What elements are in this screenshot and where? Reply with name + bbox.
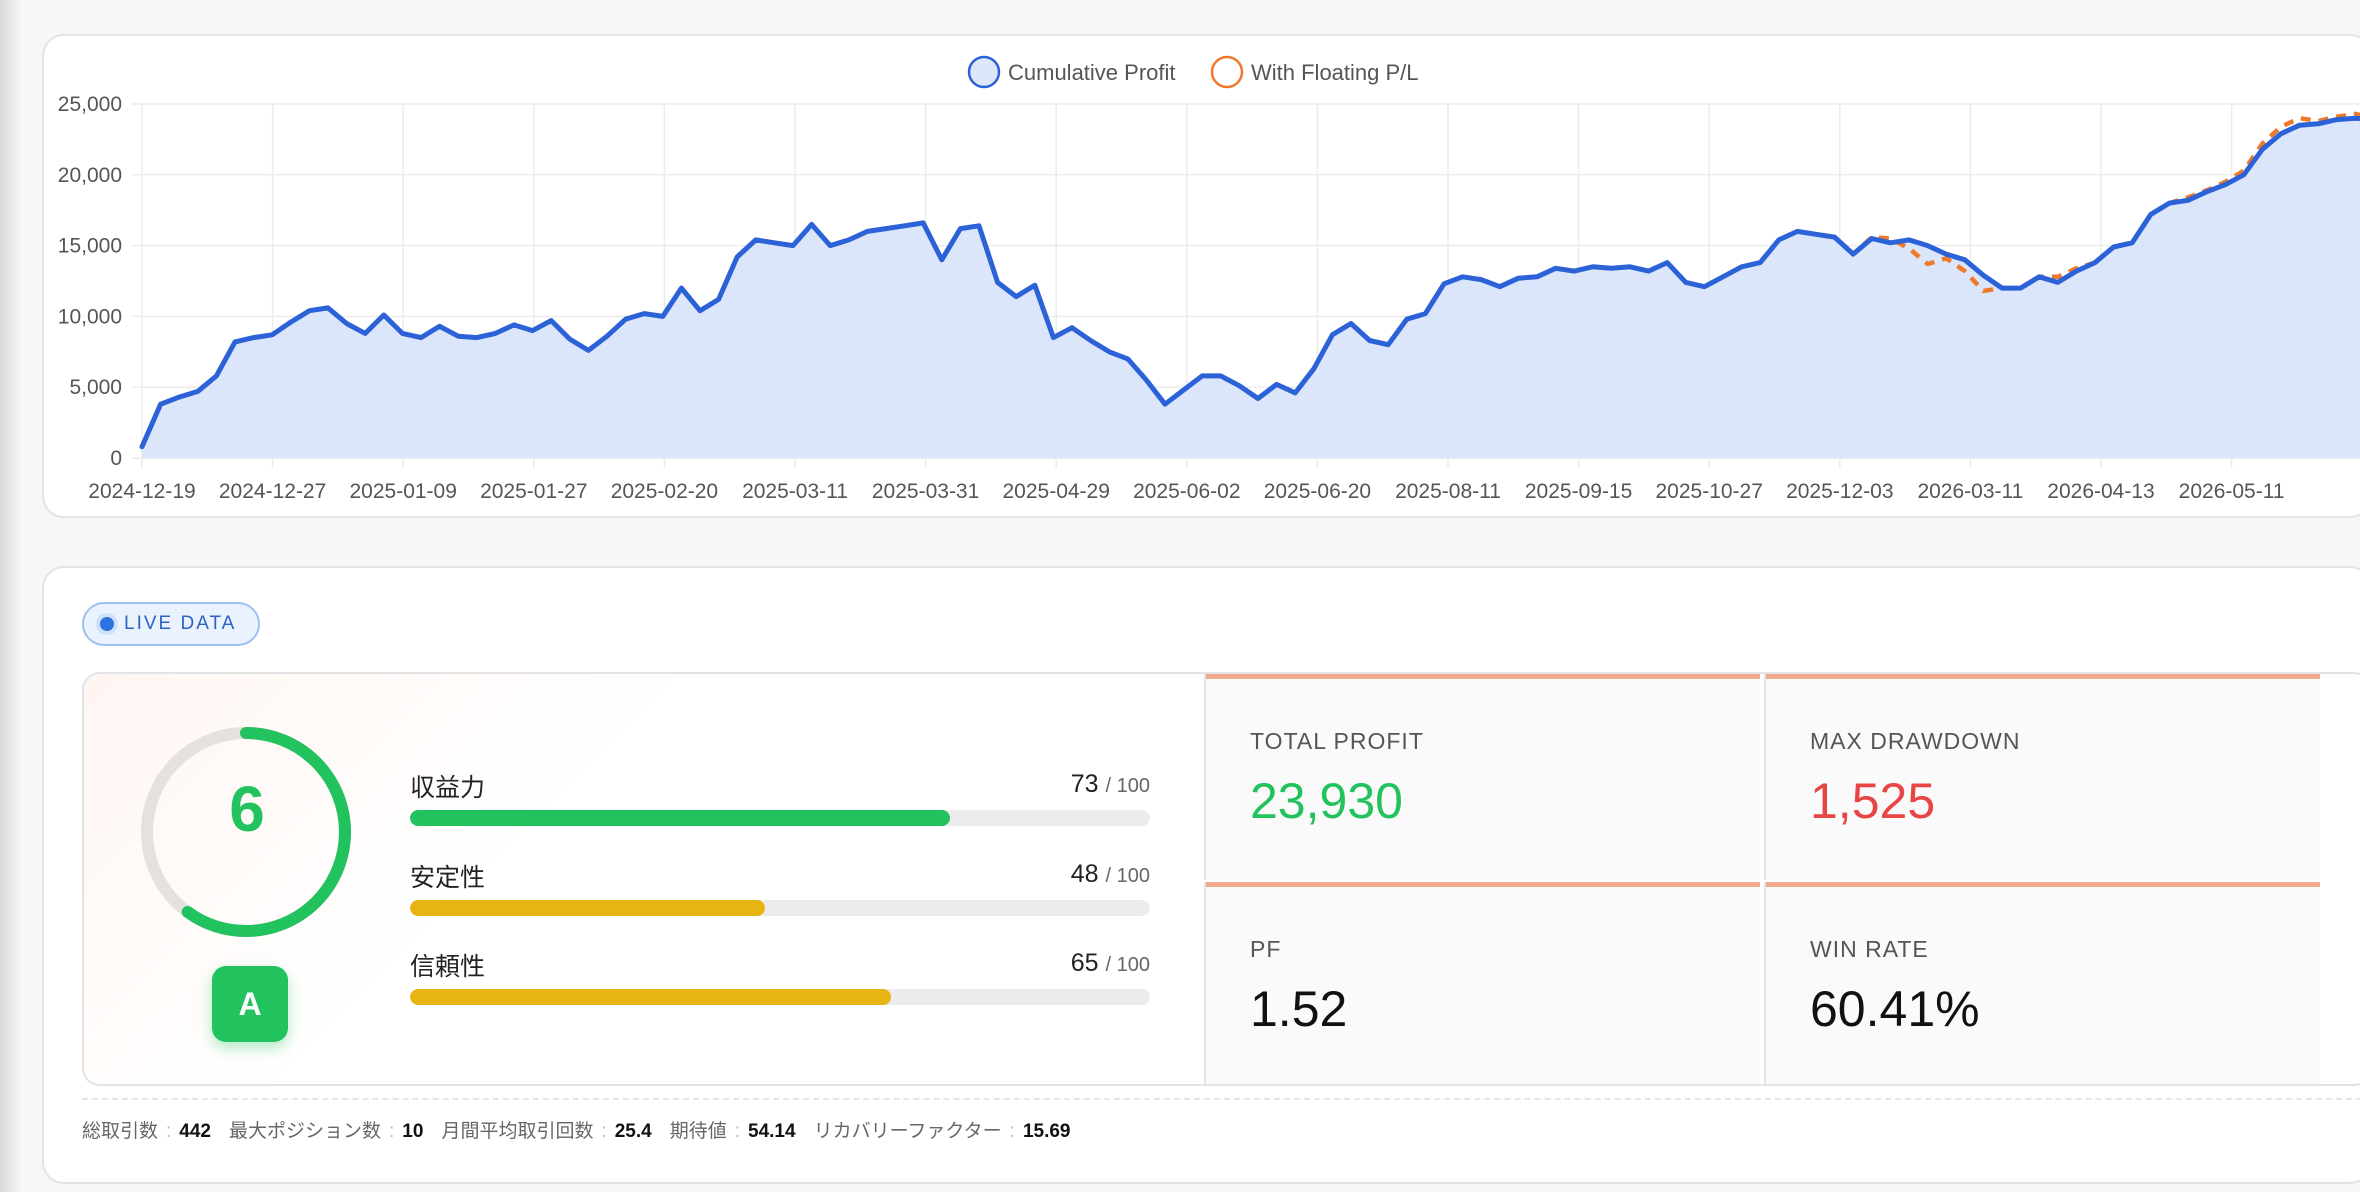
- bar-score-max: / 100: [1105, 775, 1150, 797]
- live-data-badge: LIVE DATA: [82, 602, 261, 646]
- bar-score-value: 65: [1070, 949, 1099, 977]
- score-panel: 6 A 収益力 73 / 100 安定性 48 / 100 信頼性 65 / 1…: [82, 672, 2360, 1086]
- bar-fill: [410, 900, 766, 916]
- score-area: 6 A 収益力 73 / 100 安定性 48 / 100 信頼性 65 / 1…: [84, 674, 1204, 1084]
- y-tick-label: 25,000: [58, 93, 122, 116]
- x-tick-label: 2025-01-27: [480, 480, 587, 503]
- x-tick-label: 2024-12-27: [219, 480, 326, 503]
- x-tick-label: 2025-04-29: [1002, 480, 1109, 503]
- x-tick-label: 2025-03-11: [742, 480, 848, 503]
- bar-profitability: 収益力 73 / 100: [410, 768, 1150, 828]
- legend-cumulative-icon: [967, 55, 1001, 89]
- legend-floating-icon: [1210, 55, 1244, 89]
- profit-chart-card: 0 5,000 10,000 15,000 20,000 25,000 2024-12-19…: [42, 34, 2360, 518]
- stat-value: 23,930: [1250, 773, 1403, 829]
- bar-label: 安定性: [410, 864, 486, 892]
- y-tick-label: 20,000: [58, 164, 122, 187]
- score-value: 6: [229, 773, 265, 845]
- y-tick-label: 10,000: [58, 305, 122, 328]
- x-tick-label: 2026-05-11: [2179, 480, 2285, 503]
- footer-divider: [82, 1098, 2360, 1100]
- footer-expectancy: 期待値:54.14: [669, 1121, 796, 1142]
- bar-score: 65 / 100: [1071, 949, 1150, 978]
- stat-total-profit: TOTAL PROFIT 23,930: [1204, 674, 1760, 880]
- y-tick-label: 5,000: [69, 376, 122, 399]
- x-tick-label: 2026-04-13: [2047, 480, 2154, 503]
- bar-label: 信頼性: [410, 953, 486, 981]
- stat-label: PF: [1250, 936, 1282, 962]
- bar-fill: [410, 989, 891, 1005]
- bar-track: [410, 900, 1150, 916]
- profit-chart: 0 5,000 10,000 15,000 20,000 25,000 2024-12-19…: [58, 55, 2360, 503]
- x-tick-label: 2025-08-11: [1395, 480, 1501, 503]
- bar-fill: [410, 810, 951, 826]
- stat-pf: PF 1.52: [1204, 882, 1760, 1084]
- footer-stats: 総取引数:442 最大ポジション数:10 月間平均取引回数:25.4 期待値:5…: [82, 1116, 1089, 1143]
- footer-monthly-avg: 月間平均取引回数:25.4: [441, 1121, 652, 1142]
- footer-total-trades: 総取引数:442: [82, 1121, 211, 1142]
- bar-track: [410, 810, 1150, 826]
- x-tick-label: 2025-09-15: [1525, 480, 1632, 503]
- y-tick-label: 15,000: [58, 235, 122, 258]
- bar-track: [410, 989, 1150, 1005]
- footer-recovery: リカバリーファクター:15.69: [813, 1121, 1071, 1142]
- stat-win-rate: WIN RATE 60.41%: [1764, 882, 2320, 1084]
- stat-max-drawdown: MAX DRAWDOWN 1,525: [1764, 674, 2320, 880]
- window-edge-shadow: [0, 0, 22, 1192]
- live-dot-icon: [100, 617, 114, 631]
- stat-value: 1,525: [1810, 773, 1936, 829]
- x-tick-label: 2025-01-09: [349, 480, 456, 503]
- bar-score-value: 48: [1070, 860, 1099, 888]
- x-tick-label: 2025-02-20: [611, 480, 718, 503]
- metrics-card: LIVE DATA 6 A 収益力 73 / 100 安定性 48 / 100 …: [42, 566, 2360, 1184]
- stat-label: TOTAL PROFIT: [1250, 728, 1424, 754]
- cumulative-profit-area: [142, 118, 2360, 458]
- y-tick-label: 0: [110, 447, 122, 470]
- x-tick-label: 2025-03-31: [872, 480, 979, 503]
- bar-score: 73 / 100: [1071, 770, 1150, 799]
- bar-score-max: / 100: [1105, 865, 1150, 887]
- stat-label: MAX DRAWDOWN: [1810, 728, 2021, 754]
- footer-max-positions: 最大ポジション数:10: [229, 1121, 424, 1142]
- live-data-label: LIVE DATA: [124, 613, 237, 634]
- x-tick-label: 2026-03-11: [1917, 480, 2023, 503]
- bar-stability: 安定性 48 / 100: [410, 858, 1150, 918]
- x-tick-label: 2025-12-03: [1786, 480, 1893, 503]
- x-tick-label: 2025-10-27: [1655, 480, 1762, 503]
- x-tick-label: 2024-12-19: [88, 480, 195, 503]
- bar-score: 48 / 100: [1071, 860, 1150, 889]
- stat-value: 60.41%: [1810, 981, 1980, 1037]
- bar-label: 収益力: [410, 774, 486, 802]
- legend-floating-label: With Floating P/L: [1251, 60, 1419, 85]
- bar-score-max: / 100: [1105, 954, 1150, 976]
- legend-cumulative-label: Cumulative Profit: [1008, 60, 1176, 85]
- x-tick-label: 2025-06-02: [1133, 480, 1240, 503]
- bar-score-value: 73: [1070, 770, 1099, 798]
- grade-badge: A: [212, 966, 288, 1042]
- bar-reliability: 信頼性 65 / 100: [410, 947, 1150, 1007]
- stat-value: 1.52: [1250, 981, 1348, 1037]
- x-tick-label: 2025-06-20: [1264, 480, 1371, 503]
- stat-label: WIN RATE: [1810, 936, 1929, 962]
